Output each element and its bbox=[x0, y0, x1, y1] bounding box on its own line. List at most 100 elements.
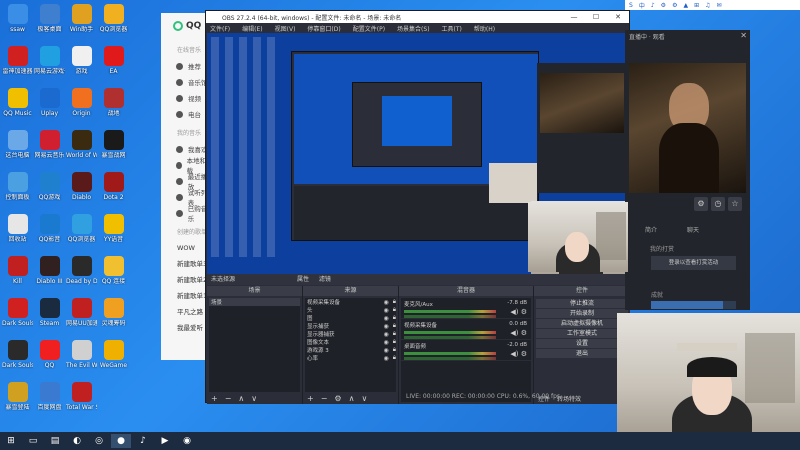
timer-icon[interactable]: ◷ bbox=[711, 197, 725, 211]
lock-icon[interactable]: 🔒︎ bbox=[393, 322, 396, 330]
gear-icon[interactable]: ⚙ bbox=[521, 350, 527, 358]
desktop-icon-item[interactable]: 百度网盘 bbox=[34, 380, 65, 426]
control-button[interactable]: 开始录制 bbox=[536, 309, 628, 318]
desktop-icon-item[interactable]: EA bbox=[98, 44, 129, 90]
desktop-icon-item[interactable]: 网易云音乐 bbox=[34, 128, 65, 174]
desktop-icon-item[interactable]: Uplay bbox=[34, 86, 65, 132]
windows-start-icon[interactable]: ⊞ bbox=[1, 434, 21, 448]
desktop-icon-item[interactable]: 暴雪战网 bbox=[98, 128, 129, 174]
source-item[interactable]: 游戏源 3 ◉ 🔒︎ bbox=[305, 346, 396, 354]
desktop-icon-item[interactable]: 极客桌面 bbox=[34, 2, 65, 48]
tab-chat[interactable]: 聊天 bbox=[687, 225, 699, 234]
tray-icon[interactable]: S bbox=[629, 2, 633, 9]
qq-browser-icon[interactable]: ◐ bbox=[67, 434, 87, 448]
lock-icon[interactable]: 🔒︎ bbox=[393, 338, 396, 346]
visibility-eye-icon[interactable]: ◉ bbox=[384, 307, 389, 314]
desktop-icon-item[interactable]: QQ 连接 bbox=[98, 254, 129, 300]
desktop-icon-item[interactable]: WeGame bbox=[98, 338, 129, 384]
add-scene-icon[interactable]: + bbox=[211, 394, 218, 403]
properties-button[interactable]: 属性 bbox=[297, 276, 309, 283]
close-icon[interactable]: ✕ bbox=[740, 31, 747, 40]
lock-icon[interactable]: 🔒︎ bbox=[393, 346, 396, 354]
menu-item[interactable]: 帮助(H) bbox=[474, 24, 495, 33]
gear-icon[interactable]: ⚙ bbox=[521, 308, 527, 316]
desktop-icon-item[interactable]: 控制面板 bbox=[2, 170, 33, 216]
menu-item[interactable]: 工具(T) bbox=[442, 24, 462, 33]
visibility-eye-icon[interactable]: ◉ bbox=[384, 323, 389, 330]
source-item[interactable]: 头 ◉ 🔒︎ bbox=[305, 306, 396, 314]
scene-up-icon[interactable]: ∧ bbox=[238, 394, 244, 403]
menu-item[interactable]: 编辑(E) bbox=[242, 24, 262, 33]
tab-transitions[interactable]: 转场特效 bbox=[557, 394, 581, 403]
desktop-icon-item[interactable]: Dark Souls bbox=[2, 338, 33, 384]
minimize-button[interactable]: — bbox=[563, 11, 585, 23]
desktop-icon-item[interactable]: QQ浏览器 bbox=[98, 2, 129, 48]
control-button[interactable]: 设置 bbox=[536, 339, 628, 348]
desktop-icon-item[interactable]: Total War Saga bbox=[66, 380, 97, 426]
tab-intro[interactable]: 简介 bbox=[645, 225, 657, 234]
visibility-eye-icon[interactable]: ◉ bbox=[384, 339, 389, 346]
login-button[interactable]: 登录以查看打赏活动 bbox=[651, 256, 736, 270]
source-list[interactable]: 视频采集设备 ◉ 🔒︎ 头 ◉ 🔒︎ 图 ◉ 🔒︎ 显示捕获 ◉ 🔒︎ 显示器捕获 ◉ 🔒︎ 图像文本 ◉ 🔒︎ 游… bbox=[305, 298, 396, 392]
gear-icon[interactable]: ⚙ bbox=[521, 329, 527, 337]
desktop-icon-item[interactable]: Dark Souls III bbox=[2, 296, 33, 342]
lock-icon[interactable]: 🔒︎ bbox=[393, 314, 396, 322]
desktop-icon-item[interactable]: Diablo bbox=[66, 170, 97, 216]
control-button[interactable]: 停止推流 bbox=[536, 299, 628, 308]
tray-icon[interactable]: ✉ bbox=[717, 2, 722, 9]
desktop-icon-item[interactable]: QQ游戏 bbox=[34, 170, 65, 216]
settings-icon[interactable]: ⚙ bbox=[694, 197, 708, 211]
control-button[interactable]: 工作室模式 bbox=[536, 329, 628, 338]
lock-icon[interactable]: 🔒︎ bbox=[393, 306, 396, 314]
visibility-eye-icon[interactable]: ◉ bbox=[384, 299, 389, 306]
desktop-icon-item[interactable]: Origin bbox=[66, 86, 97, 132]
desktop-icon-item[interactable]: Win助手 bbox=[66, 2, 97, 48]
source-item[interactable]: 显示器捕获 ◉ 🔒︎ bbox=[305, 330, 396, 338]
control-button[interactable]: 退出 bbox=[536, 349, 628, 358]
desktop-icon-item[interactable]: QQ Music bbox=[2, 86, 33, 132]
desktop-icon-item[interactable]: Diablo III bbox=[34, 254, 65, 300]
source-down-icon[interactable]: ∨ bbox=[361, 394, 367, 403]
visibility-eye-icon[interactable]: ◉ bbox=[384, 355, 389, 362]
scene-down-icon[interactable]: ∨ bbox=[251, 394, 257, 403]
desktop-icon-item[interactable]: The Evil Within bbox=[66, 338, 97, 384]
remove-source-icon[interactable]: − bbox=[321, 394, 328, 403]
tray-icon[interactable]: 中 bbox=[639, 1, 645, 10]
menu-item[interactable]: 文件(F) bbox=[210, 24, 230, 33]
source-item[interactable]: 心率 ◉ 🔒︎ bbox=[305, 354, 396, 362]
desktop-icon-item[interactable]: QQ影音 bbox=[34, 212, 65, 258]
menu-item[interactable]: 视图(V) bbox=[275, 24, 296, 33]
desktop-icon-item[interactable]: 这台电脑 bbox=[2, 128, 33, 174]
tray-icon[interactable]: ▲ bbox=[683, 2, 688, 9]
close-button[interactable]: ✕ bbox=[607, 11, 629, 23]
scene-list[interactable]: 场景 bbox=[209, 298, 300, 392]
add-source-icon[interactable]: + bbox=[307, 394, 314, 403]
source-up-icon[interactable]: ∧ bbox=[349, 394, 355, 403]
lock-icon[interactable]: 🔒︎ bbox=[393, 354, 396, 362]
menu-item[interactable]: 配置文件(P) bbox=[353, 24, 385, 33]
stream-video[interactable] bbox=[629, 63, 746, 193]
source-item[interactable]: 视频采集设备 ◉ 🔒︎ bbox=[305, 298, 396, 306]
visibility-eye-icon[interactable]: ◉ bbox=[384, 315, 389, 322]
folder-icon[interactable]: ▤ bbox=[45, 434, 65, 448]
desktop-icon-item[interactable]: Dota 2 bbox=[98, 170, 129, 216]
source-settings-icon[interactable]: ⚙ bbox=[334, 394, 341, 403]
desktop-icon-item[interactable]: 暴雪登陆 bbox=[2, 380, 33, 426]
remove-scene-icon[interactable]: − bbox=[225, 394, 232, 403]
lock-icon[interactable]: 🔒︎ bbox=[393, 298, 396, 306]
scene-item[interactable]: 场景 bbox=[209, 298, 300, 306]
tray-icon[interactable]: ♪ bbox=[651, 2, 655, 9]
tray-icon[interactable]: ⊞ bbox=[694, 2, 699, 9]
stream-taskbar-icon[interactable]: ▶ bbox=[155, 434, 175, 448]
source-item[interactable]: 显示捕获 ◉ 🔒︎ bbox=[305, 322, 396, 330]
desktop-icon-item[interactable]: 灵魂筹码 bbox=[98, 296, 129, 342]
desktop-icon-item[interactable]: QQ浏览器 bbox=[66, 212, 97, 258]
speaker-icon[interactable]: ◀) bbox=[510, 329, 518, 337]
desktop-icon-item[interactable]: 网易UU加速器 bbox=[66, 296, 97, 342]
desktop-icon-item[interactable]: 网易云游戏平台 bbox=[34, 44, 65, 90]
lock-icon[interactable]: 🔒︎ bbox=[393, 330, 396, 338]
speaker-icon[interactable]: ◀) bbox=[510, 308, 518, 316]
desktop-icon-item[interactable]: Steam bbox=[34, 296, 65, 342]
explorer-icon[interactable]: ▭ bbox=[23, 434, 43, 448]
desktop-icon-item[interactable]: Dead by Daylight bbox=[66, 254, 97, 300]
